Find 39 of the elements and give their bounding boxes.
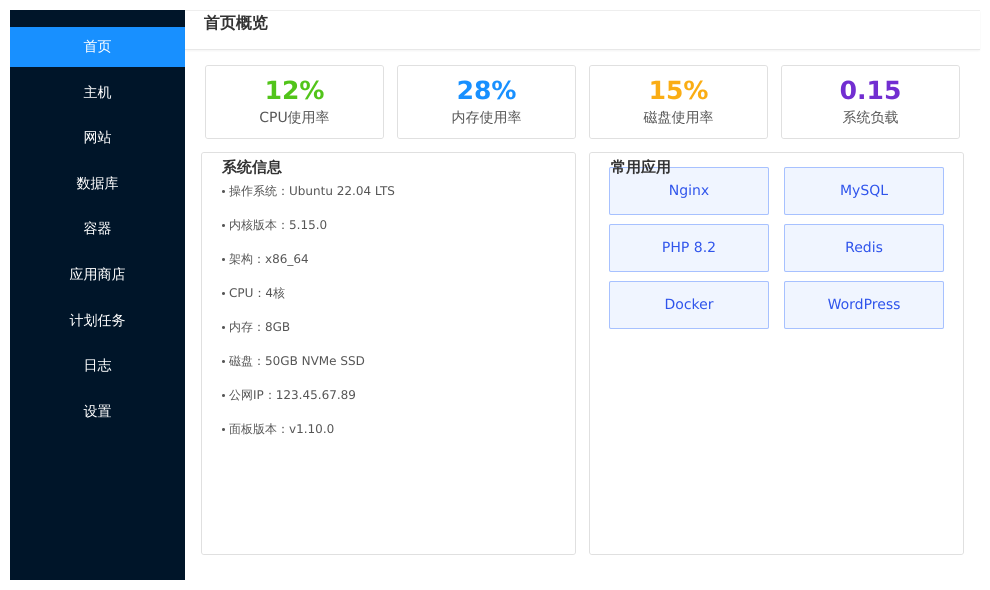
info-text: 内核版本：5.15.0 [229, 216, 328, 234]
app-button[interactable]: PHP 8.2 [609, 224, 769, 272]
bullet-icon [222, 190, 225, 192]
info-text: CPU：4核 [229, 284, 286, 302]
stat-label: 内存使用率 [452, 108, 522, 126]
bullet-icon [222, 258, 225, 260]
bullet-icon [222, 394, 225, 396]
info-text: 内存：8GB [229, 318, 290, 336]
info-text: 面板版本：v1.10.0 [229, 420, 334, 438]
nav-item[interactable]: 日志 [10, 346, 185, 386]
info-text: 磁盘：50GB NVMe SSD [229, 352, 365, 370]
app-button[interactable]: MySQL [784, 167, 944, 215]
stat-value: 28% [456, 78, 516, 102]
nav-item[interactable]: 应用商店 [10, 254, 185, 295]
app-button[interactable]: WordPress [784, 281, 944, 329]
stat-label: CPU使用率 [259, 108, 330, 126]
nav-item[interactable]: 数据库 [10, 164, 185, 204]
app-button[interactable]: Docker [609, 281, 769, 329]
nav-item[interactable]: 网站 [10, 118, 185, 158]
nav-item[interactable]: 容器 [10, 209, 185, 250]
bullet-icon [222, 292, 225, 294]
stat-value: 12% [264, 78, 324, 102]
bullet-icon [222, 360, 225, 362]
info-text: 架构：x86_64 [229, 250, 309, 268]
stat-label: 磁盘使用率 [644, 108, 714, 126]
info-text: 公网IP：123.45.67.89 [229, 386, 356, 404]
app-button[interactable]: Redis [784, 224, 944, 272]
bullet-icon [222, 326, 225, 328]
bullet-icon [222, 428, 225, 430]
stat-label: 系统负载 [842, 108, 898, 126]
nav-item[interactable]: 主机 [10, 72, 185, 113]
bullet-icon [222, 224, 225, 226]
page-title: 首页概览 [204, 12, 268, 34]
stat-value: 0.15 [840, 78, 902, 102]
stat-value: 15% [648, 78, 708, 102]
nav-item[interactable]: 设置 [10, 392, 185, 432]
info-text: 操作系统：Ubuntu 22.04 LTS [229, 182, 395, 200]
nav-item[interactable]: 计划任务 [10, 300, 185, 341]
panel-title: 系统信息 [222, 158, 282, 177]
